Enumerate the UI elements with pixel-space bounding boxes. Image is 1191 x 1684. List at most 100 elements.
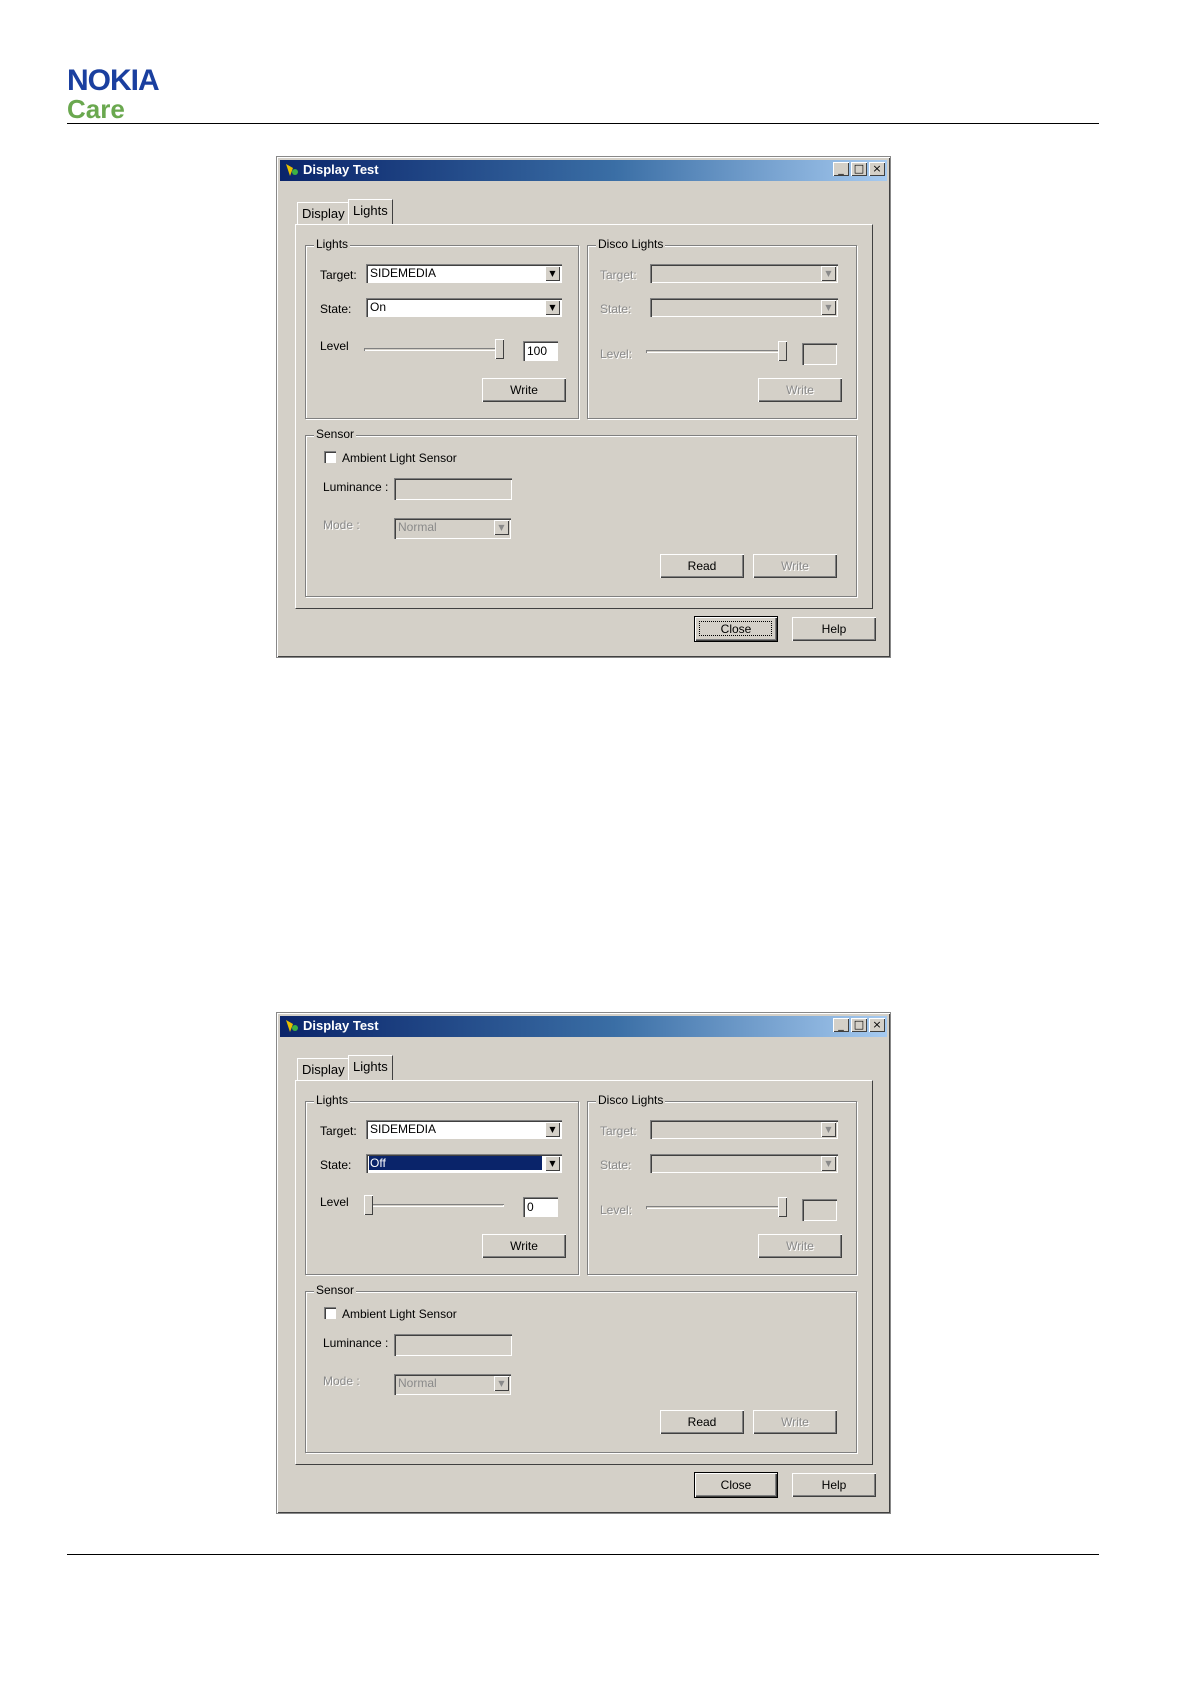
disco-state-label: State: [600, 1158, 632, 1172]
lights-write-button[interactable]: Write [482, 378, 566, 402]
luminance-input[interactable] [394, 1334, 512, 1356]
maximize-button[interactable]: □ [851, 162, 867, 176]
lights-write-button[interactable]: Write [482, 1234, 566, 1258]
level-slider-thumb[interactable] [495, 339, 504, 359]
lights-group: Lights Target: SIDEMEDIA ▼ State: Off ▼ … [305, 1093, 579, 1275]
minimize-button[interactable]: _ [833, 162, 849, 176]
sensor-write-button[interactable]: Write [753, 554, 837, 578]
ambient-light-sensor-label[interactable]: Ambient Light Sensor [342, 1307, 457, 1321]
disco-level-input[interactable] [802, 343, 837, 365]
disco-state-select[interactable]: ▼ [650, 298, 838, 317]
display-test-dialog: Display Test _ □ × Display Lights Lights… [276, 156, 891, 658]
mode-select[interactable]: Normal ▼ [394, 518, 511, 539]
state-value: On [370, 300, 387, 314]
chevron-down-icon[interactable]: ▼ [545, 300, 560, 315]
app-icon [286, 164, 298, 176]
footer-rule [67, 1554, 1099, 1555]
ambient-light-sensor-label[interactable]: Ambient Light Sensor [342, 451, 457, 465]
disco-state-select[interactable]: ▼ [650, 1154, 838, 1173]
title-bar[interactable]: Display Test _ □ × [280, 1016, 887, 1037]
chevron-down-icon[interactable]: ▼ [821, 1156, 836, 1171]
level-slider-thumb[interactable] [364, 1195, 373, 1215]
state-label: State: [320, 302, 352, 316]
level-label: Level [320, 339, 349, 353]
help-button[interactable]: Help [792, 1473, 876, 1497]
mode-value: Normal [398, 520, 437, 534]
close-window-button[interactable]: × [869, 162, 885, 176]
close-button[interactable]: Close [694, 1472, 778, 1498]
luminance-label: Luminance : [323, 1336, 389, 1350]
disco-level-slider-thumb[interactable] [778, 341, 787, 361]
chevron-down-icon[interactable]: ▼ [545, 266, 560, 281]
close-window-button[interactable]: × [869, 1018, 885, 1032]
disco-level-slider-track [646, 350, 786, 353]
chevron-down-icon[interactable]: ▼ [494, 520, 509, 535]
luminance-input[interactable] [394, 478, 512, 500]
disco-write-button[interactable]: Write [758, 378, 842, 402]
disco-target-select[interactable]: ▼ [650, 1120, 838, 1139]
chevron-down-icon[interactable]: ▼ [821, 300, 836, 315]
chevron-down-icon[interactable]: ▼ [821, 1122, 836, 1137]
mode-label: Mode : [323, 518, 360, 532]
disco-target-label: Target: [600, 1124, 637, 1138]
disco-state-label: State: [600, 302, 632, 316]
chevron-down-icon[interactable]: ▼ [494, 1376, 509, 1391]
disco-target-select[interactable]: ▼ [650, 264, 838, 283]
tab-display[interactable]: Display [297, 1058, 350, 1081]
tab-display[interactable]: Display [297, 202, 350, 225]
header-rule [67, 123, 1099, 124]
mode-label: Mode : [323, 1374, 360, 1388]
maximize-button[interactable]: □ [851, 1018, 867, 1032]
state-select[interactable]: On ▼ [366, 298, 562, 317]
level-value: 0 [527, 1200, 534, 1214]
chevron-down-icon[interactable]: ▼ [545, 1156, 560, 1171]
lights-tab-panel: Lights Target: SIDEMEDIA ▼ State: On ▼ L… [295, 224, 873, 609]
read-button[interactable]: Read [660, 1410, 744, 1434]
ambient-light-sensor-checkbox[interactable] [324, 1307, 336, 1319]
level-input[interactable]: 0 [523, 1197, 558, 1217]
state-select[interactable]: Off ▼ [366, 1154, 562, 1173]
target-label: Target: [320, 1124, 357, 1138]
mode-select[interactable]: Normal ▼ [394, 1374, 511, 1395]
disco-target-label: Target: [600, 268, 637, 282]
display-test-dialog: Display Test _ □ × Display Lights Lights… [276, 1012, 891, 1514]
level-slider-track [364, 348, 504, 351]
disco-level-label: Level: [600, 347, 633, 361]
logo-nokia-text: NOKIA [67, 64, 160, 97]
sensor-group-label: Sensor [314, 1283, 357, 1297]
tab-lights[interactable]: Lights [348, 1055, 393, 1080]
disco-lights-group: Disco Lights Target: ▼ State: ▼ Level: W… [587, 237, 857, 419]
focus-rect [699, 621, 772, 636]
chevron-down-icon[interactable]: ▼ [545, 1122, 560, 1137]
target-label: Target: [320, 268, 357, 282]
level-slider-track [364, 1204, 504, 1207]
chevron-down-icon[interactable]: ▼ [821, 266, 836, 281]
mode-value: Normal [398, 1376, 437, 1390]
lights-group-label: Lights [314, 1093, 351, 1107]
dialog-title: Display Test [303, 1018, 379, 1033]
ambient-light-sensor-checkbox[interactable] [324, 451, 336, 463]
title-bar[interactable]: Display Test _ □ × [280, 160, 887, 181]
nokia-care-logo: NOKIA Care [67, 64, 160, 124]
level-value: 100 [527, 344, 548, 358]
target-value: SIDEMEDIA [370, 266, 437, 280]
disco-level-slider-thumb[interactable] [778, 1197, 787, 1217]
minimize-button[interactable]: _ [833, 1018, 849, 1032]
close-button[interactable]: Close [694, 616, 778, 642]
state-label: State: [320, 1158, 352, 1172]
luminance-label: Luminance : [323, 480, 389, 494]
tab-lights[interactable]: Lights [348, 199, 393, 224]
logo-care-text: Care [67, 94, 125, 124]
disco-level-label: Level: [600, 1203, 633, 1217]
disco-level-input[interactable] [802, 1199, 837, 1221]
lights-group: Lights Target: SIDEMEDIA ▼ State: On ▼ L… [305, 237, 579, 419]
app-icon [286, 1020, 298, 1032]
read-button[interactable]: Read [660, 554, 744, 578]
help-button[interactable]: Help [792, 617, 876, 641]
disco-write-button[interactable]: Write [758, 1234, 842, 1258]
level-input[interactable]: 100 [523, 341, 558, 361]
sensor-write-button[interactable]: Write [753, 1410, 837, 1434]
dialog-title: Display Test [303, 162, 379, 177]
target-select[interactable]: SIDEMEDIA ▼ [366, 1120, 562, 1139]
target-select[interactable]: SIDEMEDIA ▼ [366, 264, 562, 283]
